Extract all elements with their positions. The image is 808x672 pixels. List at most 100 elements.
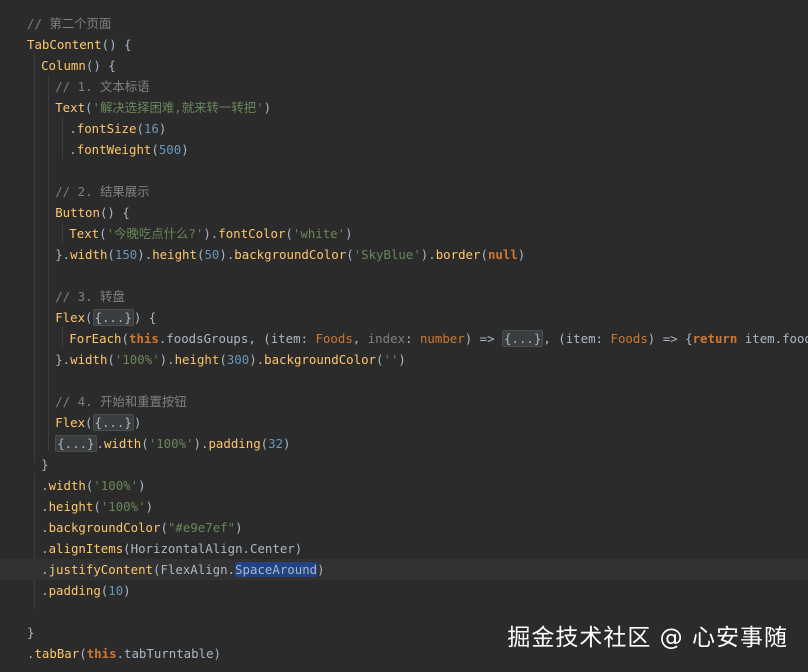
- code-line[interactable]: // 1. 文本标语: [0, 76, 808, 97]
- code-text: Flex({...}): [55, 412, 141, 433]
- code-text: .padding(10): [41, 580, 131, 601]
- code-token: }: [27, 625, 35, 640]
- code-token: ): [181, 142, 189, 157]
- code-token: (: [93, 499, 101, 514]
- code-token: () {: [85, 58, 116, 73]
- code-token: (: [219, 352, 227, 367]
- code-token: Text: [69, 226, 100, 241]
- code-text: // 4. 开始和重置按钮: [55, 391, 187, 412]
- code-token: (: [85, 310, 93, 325]
- code-line[interactable]: }: [0, 454, 808, 475]
- code-token: (HorizontalAlign.Center): [123, 541, 303, 556]
- code-token: ): [345, 226, 353, 241]
- code-token: padding: [208, 436, 261, 451]
- code-text: }: [27, 622, 34, 643]
- code-token: }.: [55, 247, 71, 262]
- code-token: ) =>: [464, 331, 503, 346]
- code-text: .tabBar(this.tabTurntable): [27, 643, 221, 664]
- code-token: ): [158, 121, 167, 136]
- code-line[interactable]: Text('解决选择困难,就来转一转把'): [0, 97, 808, 118]
- code-token: justifyContent: [48, 562, 153, 577]
- code-line[interactable]: .fontSize(16): [0, 118, 808, 139]
- code-token: }.: [55, 352, 71, 367]
- code-token: .: [41, 562, 49, 577]
- code-token: ): [283, 436, 291, 451]
- code-token: Flex: [55, 415, 86, 430]
- code-line[interactable]: Text('今晚吃点什么?').fontColor('white'): [0, 223, 808, 244]
- code-text: .backgroundColor("#e9e7ef"): [41, 517, 242, 538]
- code-token: null: [487, 247, 518, 262]
- code-token: (: [107, 352, 115, 367]
- code-line[interactable]: .fontWeight(500): [0, 139, 808, 160]
- code-token: (: [151, 142, 159, 157]
- code-text: {...} .width('100%').padding(32): [55, 433, 291, 454]
- code-line[interactable]: }.width(150).height(50).backgroundColor(…: [0, 244, 808, 265]
- code-line[interactable]: .width('100%'): [0, 475, 808, 496]
- code-token: .tabTurntable): [116, 646, 221, 661]
- code-token: (: [99, 226, 107, 241]
- code-token: }: [41, 457, 49, 472]
- code-token: ): [123, 583, 131, 598]
- code-line[interactable]: .backgroundColor("#e9e7ef"): [0, 517, 808, 538]
- code-token: .: [41, 520, 49, 535]
- code-token: () {: [101, 37, 132, 52]
- code-line[interactable]: [0, 370, 808, 391]
- code-token: (FlexAlign.: [153, 562, 236, 577]
- code-line[interactable]: [0, 265, 808, 286]
- code-token: ).: [193, 436, 209, 451]
- fold-placeholder[interactable]: {...}: [502, 330, 544, 347]
- code-token: .: [41, 499, 49, 514]
- code-token: ): [398, 352, 406, 367]
- code-text: .height('100%'): [41, 496, 153, 517]
- code-line[interactable]: ForEach(this.foodsGroups, (item: Foods, …: [0, 328, 808, 349]
- code-line[interactable]: [0, 160, 808, 181]
- code-line[interactable]: }.width('100%').height(300).backgroundCo…: [0, 349, 808, 370]
- code-token: Button: [55, 205, 100, 220]
- code-line[interactable]: // 3. 转盘: [0, 286, 808, 307]
- code-text: .fontWeight(500): [69, 139, 188, 160]
- code-line[interactable]: // 第二个页面: [0, 13, 808, 34]
- code-token: backgroundColor: [234, 247, 347, 262]
- code-token: ).: [203, 226, 219, 241]
- code-text: // 2. 结果展示: [55, 181, 149, 202]
- code-line[interactable]: // 2. 结果展示: [0, 181, 808, 202]
- code-line[interactable]: Button() {: [0, 202, 808, 223]
- code-token: Column: [41, 58, 86, 73]
- code-token: '今晚吃点什么?': [106, 226, 204, 241]
- code-token: width: [103, 436, 142, 451]
- code-text: ForEach(this.foodsGroups, (item: Foods, …: [69, 328, 808, 349]
- code-token: .: [96, 436, 104, 451]
- code-text: .width('100%'): [41, 475, 145, 496]
- code-line[interactable]: TabContent() {: [0, 34, 808, 55]
- fold-placeholder[interactable]: {...}: [55, 435, 97, 452]
- code-line[interactable]: .alignItems(HorizontalAlign.Center): [0, 538, 808, 559]
- code-line[interactable]: Column() {: [0, 55, 808, 76]
- code-editor[interactable]: // 第二个页面 TabContent() {Column() {// 1. 文本…: [0, 0, 808, 672]
- code-token: ).: [420, 247, 436, 262]
- code-token: ).: [159, 352, 175, 367]
- code-token: height: [174, 352, 220, 367]
- code-line[interactable]: Flex({...}): [0, 412, 808, 433]
- code-token: width: [70, 247, 108, 262]
- code-line[interactable]: // 4. 开始和重置按钮: [0, 391, 808, 412]
- code-token: .: [69, 142, 77, 157]
- code-token: (: [85, 100, 93, 115]
- code-line[interactable]: Flex({...}) {: [0, 307, 808, 328]
- code-token: "#e9e7ef": [167, 520, 236, 535]
- code-token: , (item:: [543, 331, 611, 346]
- code-token: width: [70, 352, 108, 367]
- code-token: // 3. 转盘: [55, 289, 125, 304]
- code-token: ForEach: [69, 331, 122, 346]
- code-token: (: [160, 520, 168, 535]
- code-token: fontSize: [76, 121, 137, 136]
- code-line[interactable]: .padding(10): [0, 580, 808, 601]
- code-line-current[interactable]: .justifyContent(FlexAlign.SpaceAround): [0, 559, 808, 580]
- code-line[interactable]: {...} .width('100%').padding(32): [0, 433, 808, 454]
- code-text: Button() {: [55, 202, 130, 223]
- fold-placeholder[interactable]: {...}: [92, 414, 134, 431]
- code-token: (: [79, 646, 87, 661]
- code-token: 'SkyBlue': [353, 247, 421, 262]
- code-token: item.foodName}): [744, 331, 808, 346]
- fold-placeholder[interactable]: {...}: [92, 309, 134, 326]
- code-line[interactable]: .height('100%'): [0, 496, 808, 517]
